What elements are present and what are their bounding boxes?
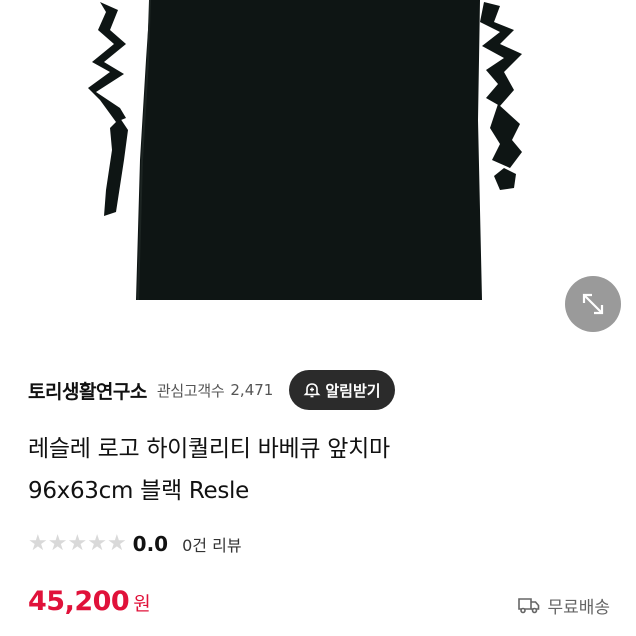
- product-image[interactable]: [0, 0, 636, 348]
- rating-row: ★ ★ ★ ★ ★ 0.0 0건 리뷰: [28, 528, 242, 560]
- alert-subscribe-button[interactable]: 알림받기: [289, 370, 395, 410]
- rating-score: 0.0: [132, 532, 169, 556]
- price-row: 45,200 원: [28, 586, 151, 626]
- product-title-line1: 레슬레 로고 하이퀄리티 바베큐 앞치마: [28, 436, 390, 462]
- star-icon: ★: [67, 531, 88, 556]
- review-count-link[interactable]: 0건 리뷰: [182, 532, 241, 556]
- expand-arrows-icon: [579, 290, 607, 318]
- bell-plus-icon: [303, 381, 321, 399]
- shipping-info: 무료배송: [517, 592, 610, 618]
- follower-label: 관심고객수: [156, 381, 225, 400]
- apron-image: [88, 0, 522, 301]
- seller-row: 토리생활연구소 관심고객수 2,471 알림받기: [28, 368, 608, 412]
- product-title: 레슬레 로고 하이퀄리티 바베큐 앞치마 96x63cm 블랙 Resle: [28, 428, 608, 512]
- price-unit: 원: [133, 593, 151, 615]
- star-icon: ★: [47, 531, 68, 556]
- alert-button-label: 알림받기: [325, 381, 381, 400]
- price-value: 45,200: [28, 586, 130, 617]
- truck-icon: [517, 596, 541, 614]
- zoom-button[interactable]: [565, 276, 621, 332]
- rating-stars: ★ ★ ★ ★ ★: [28, 533, 127, 555]
- follower-count: 2,471: [230, 381, 274, 399]
- product-title-line2: 96x63cm 블랙 Resle: [28, 478, 249, 504]
- star-icon: ★: [106, 531, 127, 556]
- star-icon: ★: [87, 531, 107, 556]
- shipping-label: 무료배송: [547, 597, 610, 618]
- product-detail-page: 토리생활연구소 관심고객수 2,471 알림받기 레슬레 로고 하이퀄리티 바베…: [0, 0, 636, 636]
- seller-name[interactable]: 토리생활연구소: [28, 377, 147, 404]
- star-icon: ★: [28, 531, 48, 556]
